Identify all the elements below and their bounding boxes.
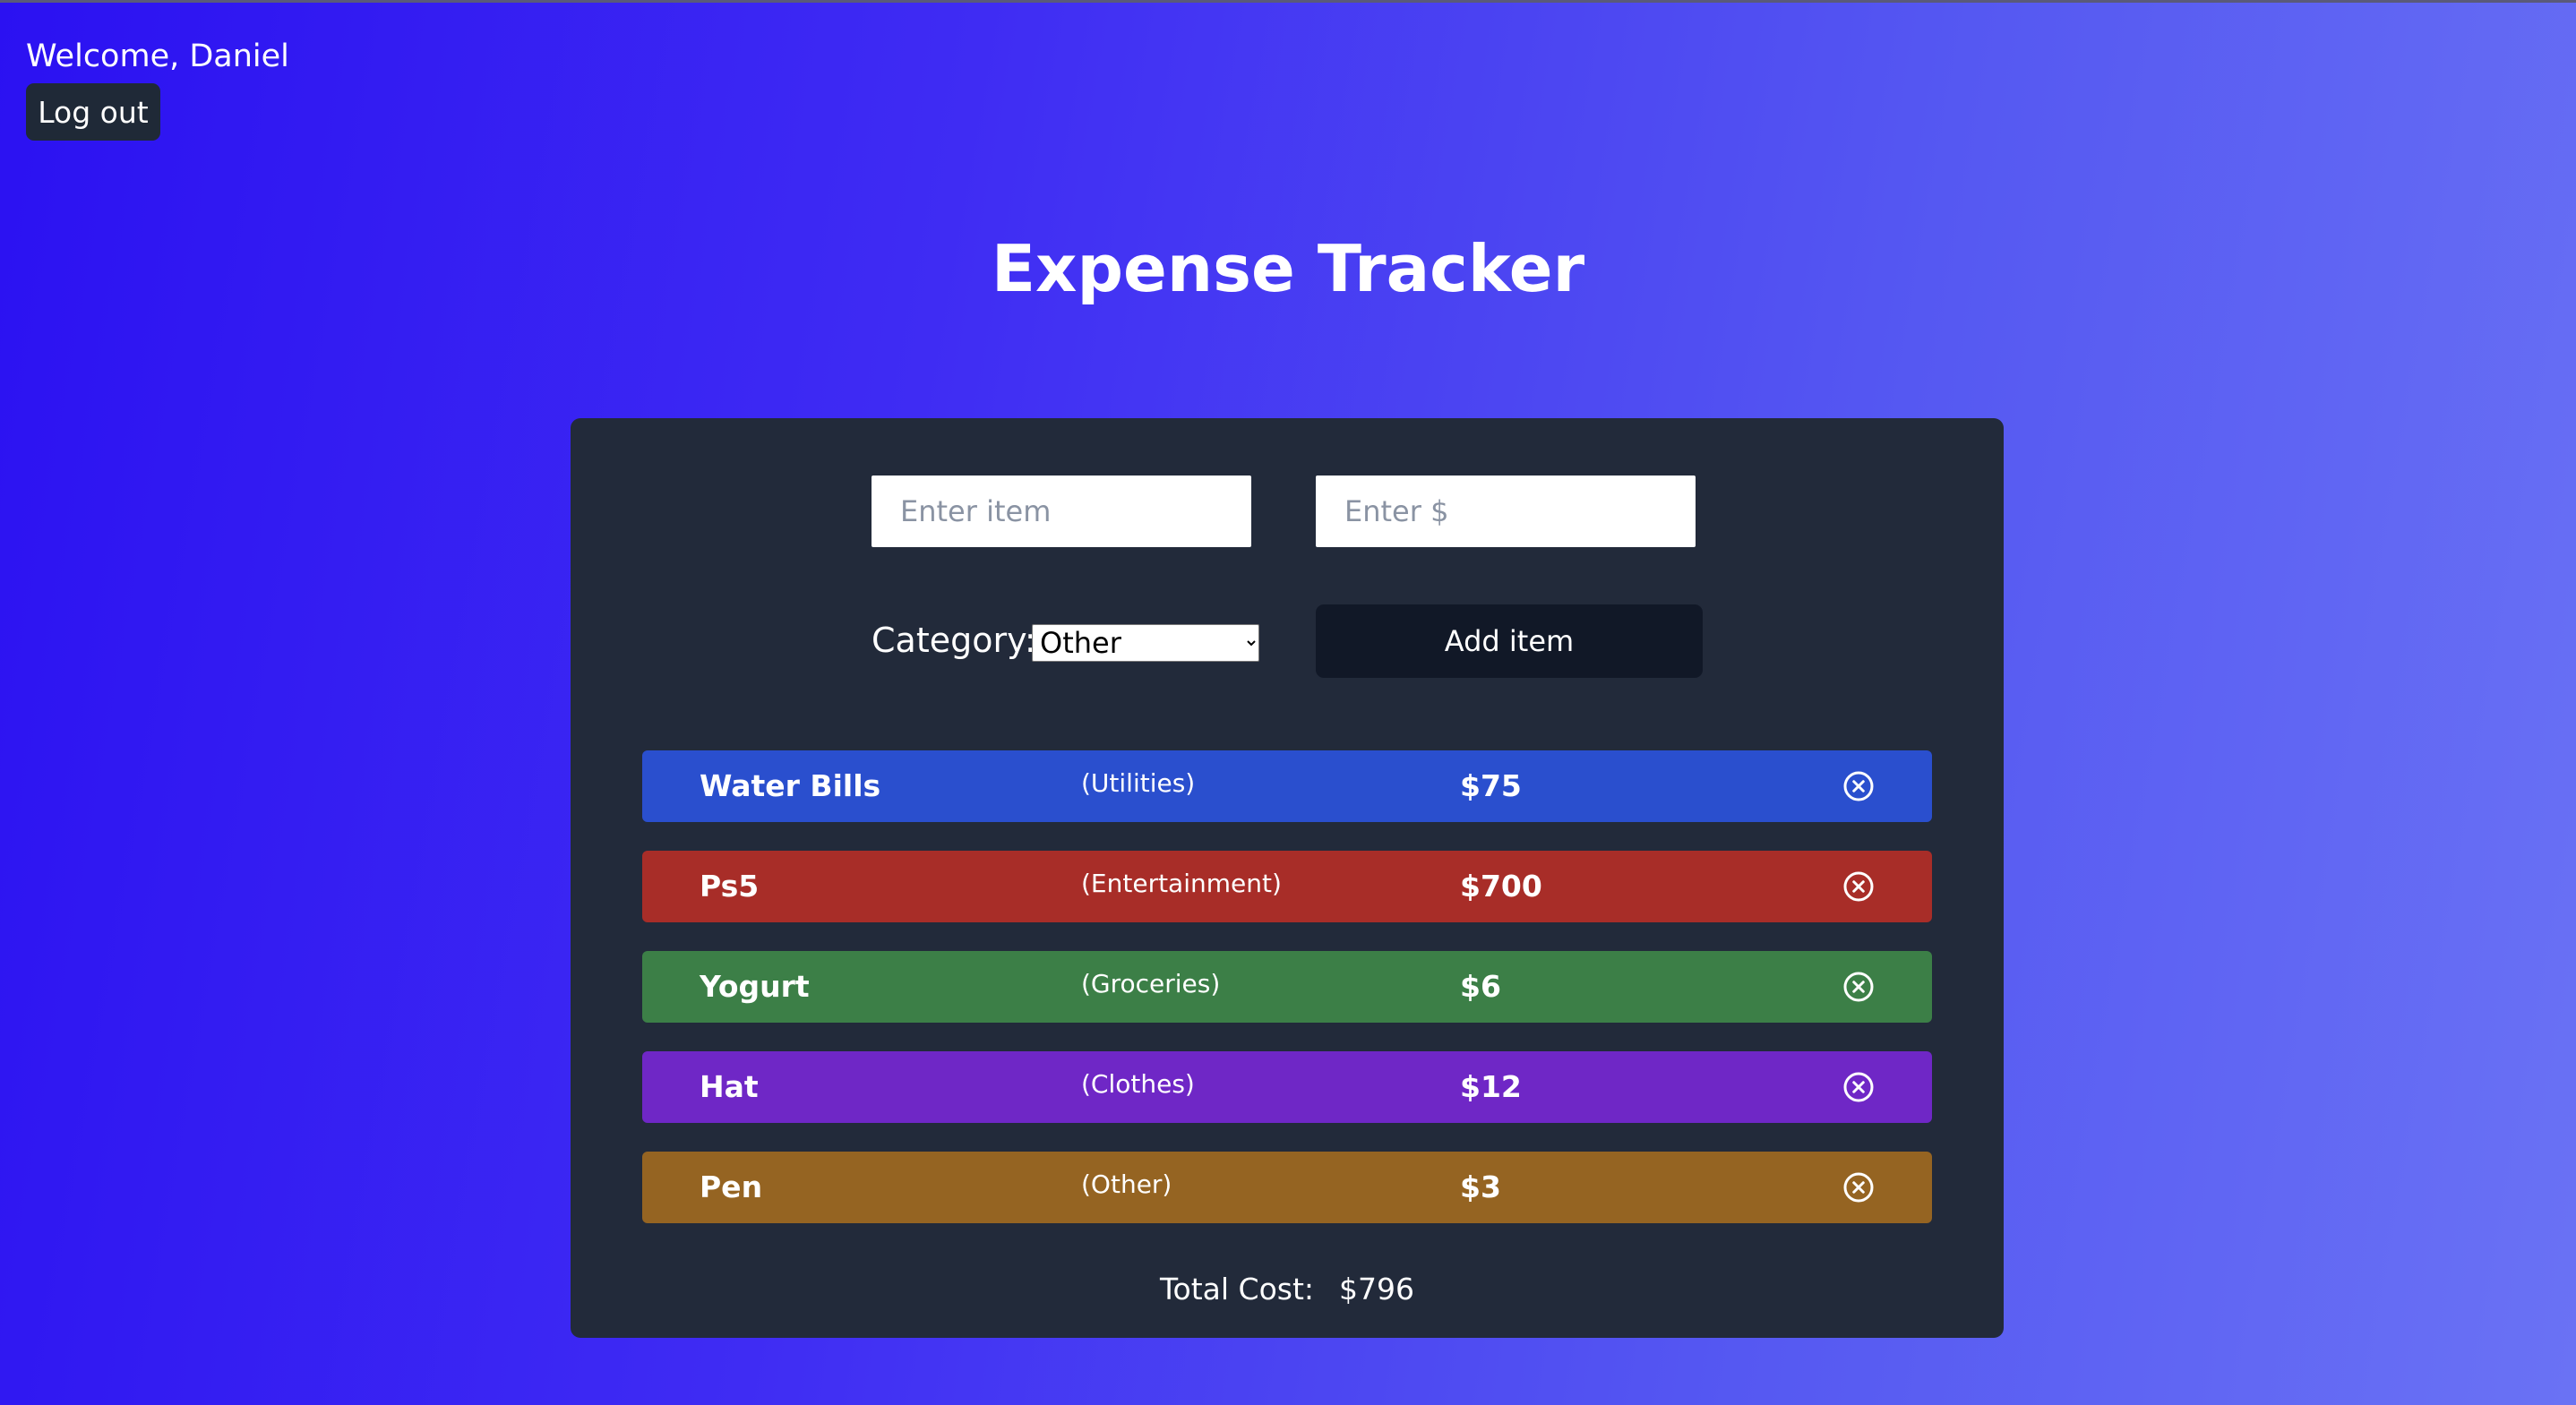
expense-row: Yogurt (Groceries) $6	[642, 951, 1932, 1023]
expense-name: Water Bills	[700, 768, 881, 803]
window-top-border	[0, 0, 2576, 3]
expense-amount: $6	[1460, 969, 1501, 1004]
expense-category: (Utilities)	[1081, 768, 1196, 798]
expense-row: Water Bills (Utilities) $75	[642, 750, 1932, 822]
close-circle-icon[interactable]	[1841, 1069, 1876, 1105]
expense-amount: $12	[1460, 1069, 1522, 1104]
expense-list: Water Bills (Utilities) $75 Ps5 (Enterta…	[642, 750, 1932, 1252]
welcome-message: Welcome, Daniel	[26, 39, 289, 74]
item-input[interactable]	[872, 475, 1251, 547]
close-circle-icon[interactable]	[1841, 1169, 1876, 1205]
expense-row: Hat (Clothes) $12	[642, 1051, 1932, 1123]
expense-amount: $75	[1460, 768, 1522, 803]
logout-button[interactable]: Log out	[26, 83, 160, 141]
expense-name: Hat	[700, 1069, 759, 1104]
close-circle-icon[interactable]	[1841, 768, 1876, 804]
total-cost-value: $796	[1339, 1272, 1415, 1306]
expense-row: Ps5 (Entertainment) $700	[642, 851, 1932, 922]
close-circle-icon[interactable]	[1841, 969, 1876, 1005]
amount-input[interactable]	[1316, 475, 1696, 547]
close-circle-icon[interactable]	[1841, 869, 1876, 904]
total-cost: Total Cost: $796	[571, 1267, 2004, 1312]
page-title: Expense Tracker	[991, 231, 1585, 306]
expense-card: Category: Other Add item Water Bills (Ut…	[571, 418, 2004, 1338]
category-select[interactable]: Other	[1032, 624, 1259, 662]
expense-row: Pen (Other) $3	[642, 1152, 1932, 1223]
expense-name: Yogurt	[700, 969, 810, 1004]
expense-category: (Clothes)	[1081, 1069, 1195, 1099]
expense-amount: $3	[1460, 1169, 1501, 1204]
expense-name: Ps5	[700, 869, 760, 904]
category-label: Category:	[872, 621, 1036, 660]
expense-category: (Other)	[1081, 1169, 1172, 1199]
total-cost-label: Total Cost:	[1159, 1272, 1315, 1306]
expense-name: Pen	[700, 1169, 763, 1204]
add-item-button[interactable]: Add item	[1316, 604, 1703, 678]
expense-category: (Groceries)	[1081, 969, 1221, 998]
expense-amount: $700	[1460, 869, 1542, 904]
expense-category: (Entertainment)	[1081, 869, 1282, 898]
